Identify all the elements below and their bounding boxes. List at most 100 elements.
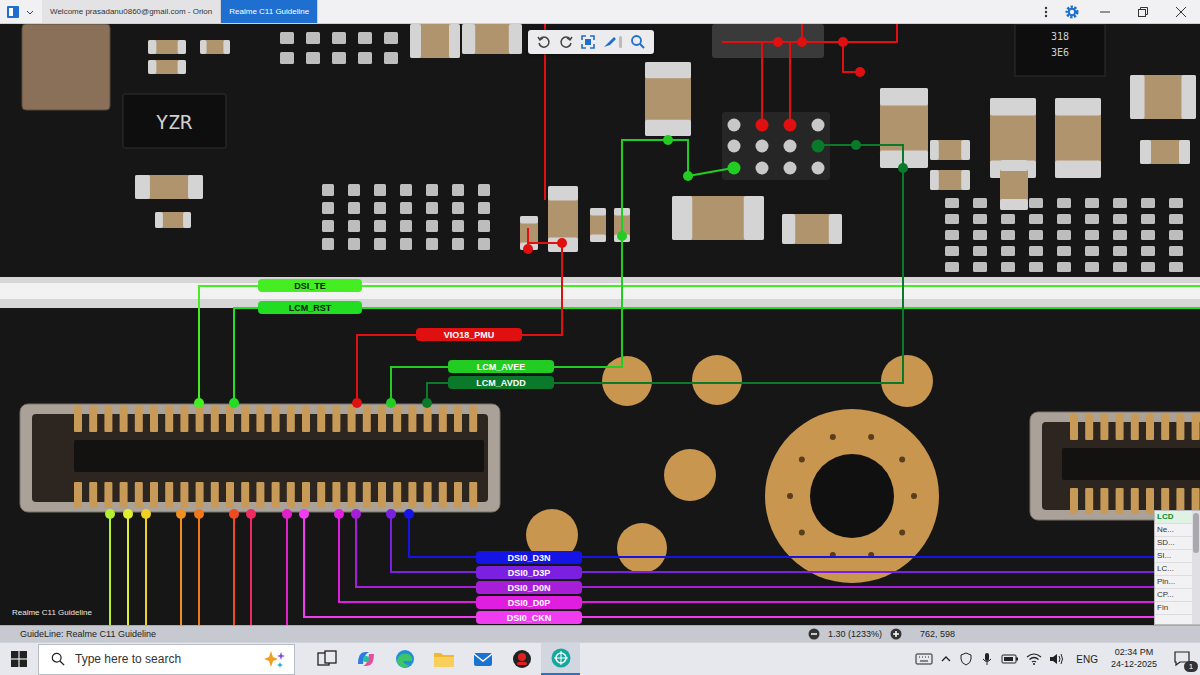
board-canvas[interactable]: YZR3183E6DSI_TELCM_RSTVIO18_PMULCM_AVEEL…: [0, 24, 1200, 625]
solder-pad: [374, 184, 386, 196]
gear-icon: [1064, 4, 1080, 20]
solder-pad: [400, 238, 412, 250]
start-button[interactable]: [0, 651, 38, 667]
net-trace[interactable]: [229, 308, 1200, 408]
solder-pad: [358, 32, 372, 44]
solder-pad: [452, 220, 464, 232]
windows-icon: [11, 651, 27, 667]
net-list-item[interactable]: Pin...: [1155, 576, 1192, 589]
keyboard-icon[interactable]: [915, 652, 933, 666]
shield-icon[interactable]: [959, 652, 973, 666]
trace[interactable]: [229, 509, 239, 625]
taskbar-app[interactable]: [502, 643, 541, 675]
bga-ball: [784, 140, 797, 153]
net-trace[interactable]: [194, 286, 1200, 408]
solder-pad: [1141, 246, 1155, 256]
taskbar-app[interactable]: [463, 643, 502, 675]
net-trace[interactable]: [351, 509, 1160, 587]
battery-icon[interactable]: [1001, 652, 1019, 666]
net-trace[interactable]: [386, 509, 1160, 572]
net-trace[interactable]: [404, 509, 1160, 557]
svg-text:VIO18_PMU: VIO18_PMU: [444, 330, 495, 340]
net-trace[interactable]: [334, 509, 1160, 602]
trace[interactable]: [141, 509, 151, 625]
rotate-left-button[interactable]: [536, 34, 552, 50]
search-box[interactable]: Type here to search: [38, 644, 295, 675]
taskbar-app[interactable]: [424, 643, 463, 675]
taskbar-app[interactable]: [307, 643, 346, 675]
solder-pad: [1085, 198, 1099, 208]
taskbar-app[interactable]: [541, 643, 580, 675]
highlight-button[interactable]: [602, 34, 624, 50]
trace[interactable]: [123, 509, 133, 625]
taskbar-app[interactable]: [346, 643, 385, 675]
net-list-item[interactable]: CP...: [1155, 589, 1192, 602]
svg-text:DSI0_D3P: DSI0_D3P: [508, 568, 551, 578]
net-label[interactable]: DSI0_D0P: [476, 596, 582, 609]
net-trace[interactable]: [386, 135, 733, 408]
language-indicator[interactable]: ENG: [1076, 654, 1098, 665]
svg-text:LCM_AVDD: LCM_AVDD: [476, 378, 526, 388]
solder-pad: [374, 202, 386, 214]
trace[interactable]: [105, 509, 115, 625]
solder-pad: [1085, 214, 1099, 224]
net-list-item[interactable]: LCD: [1155, 511, 1192, 524]
net-list-item[interactable]: SI...: [1155, 550, 1192, 563]
solder-pad: [1113, 262, 1127, 272]
task-view-icon: [317, 650, 337, 668]
zoom-out-icon[interactable]: [808, 628, 820, 640]
app-menu-button[interactable]: [0, 5, 42, 19]
net-label[interactable]: DSI0_D3N: [476, 551, 582, 564]
more-button[interactable]: [1034, 0, 1058, 23]
net-label[interactable]: LCM_AVEE: [448, 360, 554, 373]
scrollbar[interactable]: [1192, 511, 1200, 624]
zoom-in-icon[interactable]: [890, 628, 902, 640]
capacitor: [135, 175, 203, 199]
solder-pad: [973, 198, 987, 208]
board-view[interactable]: YZR3183E6DSI_TELCM_RSTVIO18_PMULCM_AVEEL…: [0, 24, 1200, 625]
net-list-item[interactable]: LC...: [1155, 563, 1192, 576]
solder-pad: [1085, 246, 1099, 256]
net-label[interactable]: DSI0_D3P: [476, 566, 582, 579]
clock[interactable]: 02:34 PM 24-12-2025: [1111, 647, 1157, 670]
net-list-item[interactable]: Ne...: [1155, 524, 1192, 537]
net-label[interactable]: LCM_AVDD: [448, 376, 554, 389]
taskbar: Type here to search ENG 02:34 PM 24-12-2…: [0, 642, 1200, 675]
net-label[interactable]: DSI0_CKN: [476, 611, 582, 624]
trace[interactable]: [194, 509, 204, 625]
mail-icon: [472, 649, 494, 669]
wifi-icon[interactable]: [1026, 652, 1042, 666]
settings-button[interactable]: [1058, 0, 1086, 23]
rotate-right-button[interactable]: [558, 34, 574, 50]
close-button[interactable]: [1162, 0, 1200, 23]
notification-button[interactable]: 1: [1170, 647, 1196, 671]
net-label[interactable]: DSI_TE: [258, 279, 362, 292]
bga-ball: [812, 119, 825, 132]
capacitor: [1140, 140, 1190, 164]
solder-pad: [332, 52, 346, 64]
solder-pad: [1057, 246, 1071, 256]
net-list-item[interactable]: Fin: [1155, 602, 1192, 615]
fit-button[interactable]: [580, 34, 596, 50]
trace[interactable]: [176, 509, 186, 625]
microphone-icon[interactable]: [980, 652, 994, 666]
volume-icon[interactable]: [1049, 652, 1065, 666]
net-label[interactable]: VIO18_PMU: [416, 328, 522, 341]
minimize-button[interactable]: [1086, 0, 1124, 23]
taskbar-app[interactable]: [385, 643, 424, 675]
chevron-up-icon[interactable]: [940, 653, 952, 665]
net-trace[interactable]: [422, 140, 908, 408]
net-label[interactable]: DSI0_D0N: [476, 581, 582, 594]
tab[interactable]: Welcome prasadanu0860@gmail.com - Orion: [42, 0, 221, 23]
maximize-button[interactable]: [1124, 0, 1162, 23]
net-trace[interactable]: [299, 509, 1160, 617]
net-trace[interactable]: [352, 24, 897, 408]
solder-pad: [1029, 198, 1043, 208]
trace[interactable]: [282, 509, 292, 625]
trace[interactable]: [246, 509, 256, 625]
net-list-item[interactable]: SD...: [1155, 537, 1192, 550]
net-label[interactable]: LCM_RST: [258, 301, 362, 314]
search-button[interactable]: [630, 34, 646, 50]
tab[interactable]: Realme C11 Guideline: [221, 0, 318, 23]
solder-pad: [945, 198, 959, 208]
